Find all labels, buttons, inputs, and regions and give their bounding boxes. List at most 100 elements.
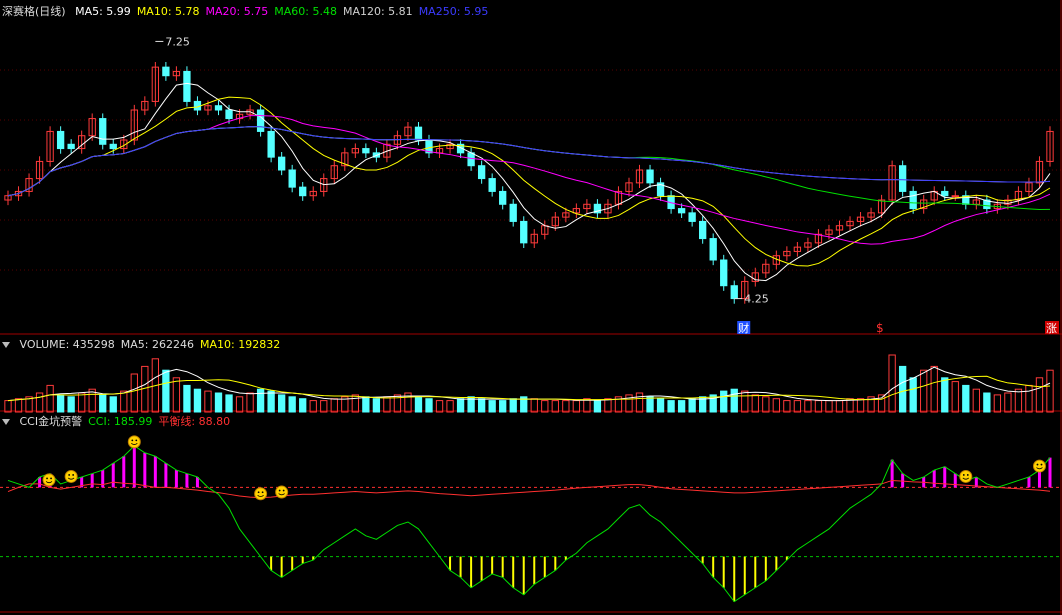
- candle-body: [414, 126, 423, 141]
- volume-bar: [204, 390, 212, 413]
- volume-bar: [993, 394, 1002, 413]
- cci-legend-item-1: CCI: 185.99: [88, 415, 153, 428]
- volume-bar: [56, 394, 65, 413]
- candle-body: [488, 178, 496, 192]
- volume-bar: [888, 354, 896, 413]
- cci-legend-item-2: 平衡线: 88.80: [158, 415, 231, 428]
- ma-legend-item-3: MA60: 5.48: [274, 5, 337, 18]
- volume-bar: [1014, 388, 1023, 413]
- volume-bar: [193, 388, 202, 413]
- volume-bar: [720, 390, 728, 413]
- volume-bars: [4, 354, 1054, 413]
- ma-legend-item-4: MA120: 5.81: [342, 5, 413, 18]
- ma120-line: [7, 126, 1051, 197]
- volume-bar: [688, 398, 696, 413]
- volume-bar: [1004, 392, 1012, 413]
- volume-bar: [477, 398, 486, 413]
- volume-bar: [78, 392, 86, 413]
- volume-bar: [983, 392, 991, 413]
- volume-legend-item-0: VOLUME: 435298: [19, 338, 115, 351]
- volume-bar: [951, 381, 959, 413]
- collapse-arrow-icon[interactable]: [2, 342, 10, 348]
- ma250-line: [7, 126, 1051, 197]
- collapse-arrow-icon[interactable]: [2, 419, 10, 425]
- volume-legend-item-2: MA10: 192832: [199, 338, 281, 351]
- volume-legend: VOLUME: 435298 MA5: 262246 MA10: 192832: [20, 338, 287, 351]
- candle-body: [256, 109, 265, 132]
- volume-bar: [225, 394, 233, 413]
- volume-bar: [330, 398, 338, 413]
- volume-bar: [856, 398, 865, 413]
- volume-bar: [972, 388, 980, 413]
- volume-bar: [772, 398, 781, 413]
- volume-bar: [351, 394, 359, 413]
- smiley-icon: [64, 469, 78, 483]
- smiley-icon: [1032, 459, 1046, 473]
- moving-averages: [7, 82, 1051, 282]
- volume-bar: [593, 400, 602, 413]
- balance-line: [7, 479, 1051, 499]
- finance-marker-icon[interactable]: 财: [737, 321, 751, 335]
- candle-body: [909, 190, 917, 210]
- stock-chart[interactable]: 7.25 4.25 财 $ 涨: [0, 0, 1062, 615]
- candle-body: [509, 203, 517, 222]
- price-candles: [4, 62, 1054, 304]
- volume-bar: [656, 398, 665, 413]
- candle-body: [56, 130, 65, 150]
- candle-body: [688, 212, 696, 222]
- ma-legend-item-1: MA10: 5.78: [136, 5, 200, 18]
- ma60-line: [7, 126, 1051, 211]
- volume-bar: [920, 369, 928, 413]
- volume-bar: [604, 398, 612, 413]
- volume-bar: [109, 396, 117, 413]
- ma-legend-item-5: MA250: 5.95: [418, 5, 489, 18]
- volume-bar: [530, 398, 538, 413]
- high-price-label: 7.25: [165, 35, 190, 48]
- ma-legend-item-0: MA5: 5.99: [75, 5, 131, 18]
- candle-body: [362, 148, 370, 154]
- volume-bar: [267, 390, 275, 413]
- smiley-icon: [42, 473, 56, 487]
- stock-title: 深赛格(日线): [2, 5, 66, 18]
- dollar-marker-icon[interactable]: $: [876, 321, 884, 335]
- volume-bar: [635, 392, 644, 413]
- volume-bar: [130, 373, 138, 413]
- candle-body: [499, 190, 507, 205]
- cci-line: [7, 445, 1051, 603]
- volume-bar: [120, 390, 128, 413]
- ma5-line: [7, 82, 1051, 282]
- volume-bar: [4, 400, 12, 413]
- candle-body: [99, 118, 107, 145]
- cci-legend: CCI金坑预警 CCI: 185.99 平衡线: 88.80: [20, 415, 237, 428]
- zhang-marker-icon[interactable]: 涨: [1045, 321, 1059, 335]
- candle-body: [520, 220, 528, 244]
- candle-body: [477, 165, 486, 180]
- candle-body: [951, 195, 959, 198]
- volume-bar: [288, 396, 296, 413]
- price-panel-header: 深赛格(日线) MA5: 5.99 MA10: 5.78 MA20: 5.75 MA6…: [2, 4, 500, 20]
- volume-bar: [362, 396, 370, 413]
- volume-bar: [235, 396, 244, 413]
- volume-bar: [551, 400, 559, 413]
- volume-bar: [962, 384, 970, 413]
- candle-body: [467, 152, 475, 167]
- volume-bar: [414, 396, 423, 413]
- volume-bar: [299, 398, 307, 413]
- candle-body: [677, 208, 686, 214]
- volume-bar: [320, 400, 328, 413]
- volume-bar: [909, 377, 917, 413]
- candle-body: [720, 259, 728, 287]
- volume-bar: [99, 394, 107, 413]
- volume-bar: [562, 400, 570, 413]
- finance-marker-text: 财: [738, 321, 749, 335]
- volume-bar: [35, 392, 44, 413]
- volume-bar: [814, 400, 823, 413]
- candle-body: [109, 143, 117, 150]
- volume-bar: [1035, 377, 1044, 413]
- candle-body: [941, 190, 949, 197]
- volume-bar: [14, 398, 23, 413]
- volume-bar: [446, 400, 454, 413]
- candle-body: [214, 105, 223, 111]
- low-price-label: 4.25: [744, 293, 769, 306]
- ma-legend: MA5: 5.99 MA10: 5.78 MA20: 5.75 MA60: 5.48 M…: [75, 5, 494, 18]
